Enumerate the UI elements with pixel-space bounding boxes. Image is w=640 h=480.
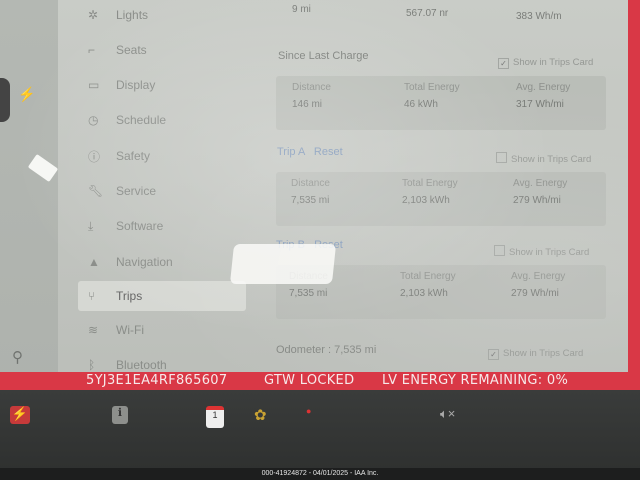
calendar-icon[interactable]: 1	[206, 406, 224, 428]
glare-reflection	[229, 244, 337, 284]
lv-energy-text: LV ENERGY REMAINING: 0%	[382, 373, 569, 388]
navigation-arrow-icon: ▲	[88, 255, 100, 269]
odometer-label: Odometer :	[276, 344, 332, 356]
trip-a-distance: 7,535 mi	[291, 195, 330, 206]
manual-icon[interactable]: ℹ	[112, 406, 128, 424]
glare-reflection	[27, 153, 59, 183]
trip-b-show-toggle[interactable]: Show in Trips Card	[494, 245, 589, 258]
bluetooth-icon: ᛒ	[88, 358, 96, 372]
app-launcher-icon[interactable]: ⚡	[10, 406, 30, 424]
avg-column: Avg. Energy 317 Wh/mi	[516, 82, 616, 110]
odometer-value: 7,535 mi	[334, 344, 377, 356]
trip-a-energy: 2,103 kWh	[402, 195, 450, 206]
sidebar-item-software[interactable]: ⤓ Software	[78, 211, 246, 241]
image-caption: 000-41924872 - 04/01/2025 - IAA Inc.	[0, 468, 640, 480]
checkbox-checked-icon: ✓	[498, 58, 509, 69]
mute-volume-icon[interactable]: 🔈︎×	[440, 406, 455, 422]
trip-b-distance: 7,535 mi	[289, 288, 328, 299]
trip-a-avg: 279 Wh/mi	[513, 195, 561, 206]
trip-a-reset-link[interactable]: Reset	[314, 146, 343, 158]
touchscreen: ⚡ ⚲ ✲ Lights ⌐ Seats ▭ Display ◷ Schedul…	[0, 0, 632, 388]
warning-banner: 5YJ3E1EA4RF865607 GTW LOCKED LV ENERGY R…	[0, 372, 632, 390]
trip-a-show-toggle[interactable]: Show in Trips Card	[496, 152, 591, 165]
sidebar-item-trips[interactable]: ⑂ Trips	[78, 281, 246, 311]
sidebar-item-lights[interactable]: ✲ Lights	[78, 0, 246, 30]
since-last-charge-avg: 317 Wh/mi	[516, 99, 564, 110]
trip-a-header: Trip A Reset	[277, 146, 343, 158]
energy-column: Total Energy 2,103 kWh	[402, 178, 502, 206]
checkbox-icon	[494, 245, 505, 256]
trip-a-card: Distance 7,535 mi Total Energy 2,103 kWh…	[276, 172, 606, 226]
since-last-charge-distance: 146 mi	[292, 99, 323, 110]
seat-icon: ⌐	[88, 43, 96, 57]
taskbar: ⚡ ℹ 1 ✿ ● 🔈︎×	[0, 390, 640, 468]
dashcam-icon[interactable]: ●	[306, 406, 311, 416]
trips-icon: ⑂	[88, 289, 96, 303]
warning-border	[628, 0, 640, 390]
since-last-charge-show-toggle[interactable]: ✓ Show in Trips Card	[498, 57, 593, 69]
search-icon[interactable]: ⚲	[12, 348, 23, 366]
download-icon: ⤓	[88, 218, 94, 233]
gtw-locked-text: GTW LOCKED	[264, 373, 355, 388]
energy-column: Total Energy 46 kWh	[404, 82, 504, 110]
car-silhouette	[0, 78, 10, 122]
since-last-charge-card: Distance 146 mi Total Energy 46 kWh Avg.…	[276, 76, 606, 130]
sidebar-item-display[interactable]: ▭ Display	[78, 70, 246, 100]
since-last-charge-title: Since Last Charge	[278, 50, 369, 62]
top-avg-value: 383 Wh/m	[516, 11, 562, 22]
sidebar-item-safety[interactable]: ⓘ Safety	[78, 141, 246, 171]
toybox-icon[interactable]: ✿	[254, 406, 267, 424]
odometer-row: Odometer : 7,535 mi	[276, 344, 376, 356]
top-distance-value: 9 mi	[292, 4, 311, 15]
sidebar-item-wifi[interactable]: ≋ Wi-Fi	[78, 315, 246, 345]
wrench-icon: 🔧︎	[88, 184, 104, 198]
trip-a-title: Trip A	[277, 146, 305, 158]
sidebar-item-seats[interactable]: ⌐ Seats	[78, 35, 246, 65]
distance-column: Distance 7,535 mi	[291, 178, 391, 206]
energy-column: Total Energy 2,103 kWh	[400, 271, 500, 299]
vin-text: 5YJ3E1EA4RF865607	[86, 373, 228, 388]
sidebar-item-service[interactable]: 🔧︎ Service	[78, 176, 246, 206]
sidebar-item-navigation[interactable]: ▲ Navigation	[78, 247, 246, 277]
schedule-icon: ◷	[88, 113, 99, 127]
car-view-panel: ⚡ ⚲	[0, 0, 59, 388]
sidebar-item-schedule[interactable]: ◷ Schedule	[78, 105, 246, 135]
charging-bolt-icon: ⚡	[18, 86, 36, 102]
trip-b-avg: 279 Wh/mi	[511, 288, 559, 299]
trip-b-energy: 2,103 kWh	[400, 288, 448, 299]
checkbox-icon	[496, 152, 507, 163]
checkbox-checked-icon: ✓	[488, 349, 499, 360]
avg-column: Avg. Energy 279 Wh/mi	[511, 271, 611, 299]
safety-icon: ⓘ	[88, 149, 101, 164]
distance-column: Distance 146 mi	[292, 82, 392, 110]
display-icon: ▭	[88, 78, 100, 92]
avg-column: Avg. Energy 279 Wh/mi	[513, 178, 613, 206]
top-energy-value: 567.07 nr	[406, 8, 449, 19]
odometer-show-toggle[interactable]: ✓ Show in Trips Card	[488, 348, 583, 360]
wifi-icon: ≋	[88, 323, 99, 337]
since-last-charge-energy: 46 kWh	[404, 99, 438, 110]
lights-icon: ✲	[88, 8, 99, 22]
